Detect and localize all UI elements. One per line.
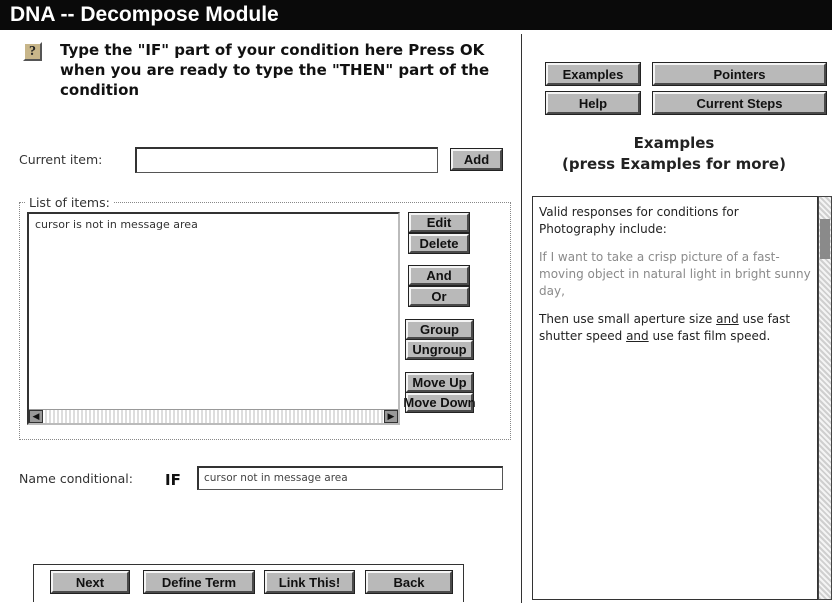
- current-item-label: Current item:: [19, 152, 103, 167]
- example-then-text: Then use small aperture size and use fas…: [539, 311, 811, 345]
- name-conditional-input[interactable]: cursor not in message area: [197, 466, 503, 490]
- current-item-input[interactable]: [135, 147, 438, 173]
- if-keyword: IF: [165, 471, 181, 489]
- list-legend: List of items:: [26, 195, 113, 210]
- pointers-button[interactable]: Pointers: [652, 62, 827, 86]
- instruction-text: Type the "IF" part of your condition her…: [60, 41, 490, 99]
- scroll-thumb[interactable]: [820, 219, 830, 259]
- back-button[interactable]: Back: [365, 570, 453, 594]
- example-if-text: If I want to take a crisp picture of a f…: [539, 250, 811, 298]
- vertical-scrollbar[interactable]: [818, 196, 832, 600]
- examples-title: Examples: [633, 134, 715, 152]
- name-conditional-label: Name conditional:: [19, 471, 133, 486]
- examples-button[interactable]: Examples: [545, 62, 641, 86]
- window-title: DNA -- Decompose Module: [0, 0, 832, 30]
- define-term-button[interactable]: Define Term: [143, 570, 255, 594]
- then-part-1: Then use small aperture size: [539, 312, 717, 326]
- next-button[interactable]: Next: [50, 570, 130, 594]
- examples-heading: Examples (press Examples for more): [524, 133, 824, 175]
- ungroup-button[interactable]: Ungroup: [405, 339, 474, 360]
- and-link-2[interactable]: and: [626, 329, 649, 343]
- then-part-3: use fast film speed.: [648, 329, 771, 343]
- help-icon[interactable]: ?: [23, 42, 42, 61]
- items-listbox[interactable]: cursor is not in message area ◀ ▶: [27, 212, 400, 425]
- edit-button[interactable]: Edit: [408, 212, 470, 233]
- examples-text-pane[interactable]: Valid responses for conditions for Photo…: [532, 196, 818, 600]
- list-item[interactable]: cursor is not in message area: [35, 218, 198, 231]
- current-steps-button[interactable]: Current Steps: [652, 91, 827, 115]
- group-button[interactable]: Group: [405, 319, 474, 340]
- move-up-button[interactable]: Move Up: [405, 372, 474, 393]
- move-down-button[interactable]: Move Down: [403, 392, 476, 413]
- examples-intro: Valid responses for conditions for Photo…: [539, 205, 739, 236]
- and-button[interactable]: And: [408, 265, 470, 286]
- scroll-left-icon[interactable]: ◀: [29, 410, 43, 423]
- scroll-right-icon[interactable]: ▶: [384, 410, 398, 423]
- examples-subtitle: (press Examples for more): [562, 155, 786, 173]
- help-button[interactable]: Help: [545, 91, 641, 115]
- or-button[interactable]: Or: [408, 286, 470, 307]
- and-link-1[interactable]: and: [716, 312, 739, 326]
- add-button[interactable]: Add: [450, 148, 503, 171]
- link-this-button[interactable]: Link This!: [264, 570, 355, 594]
- horizontal-scrollbar[interactable]: ◀ ▶: [29, 409, 398, 423]
- delete-button[interactable]: Delete: [408, 233, 470, 254]
